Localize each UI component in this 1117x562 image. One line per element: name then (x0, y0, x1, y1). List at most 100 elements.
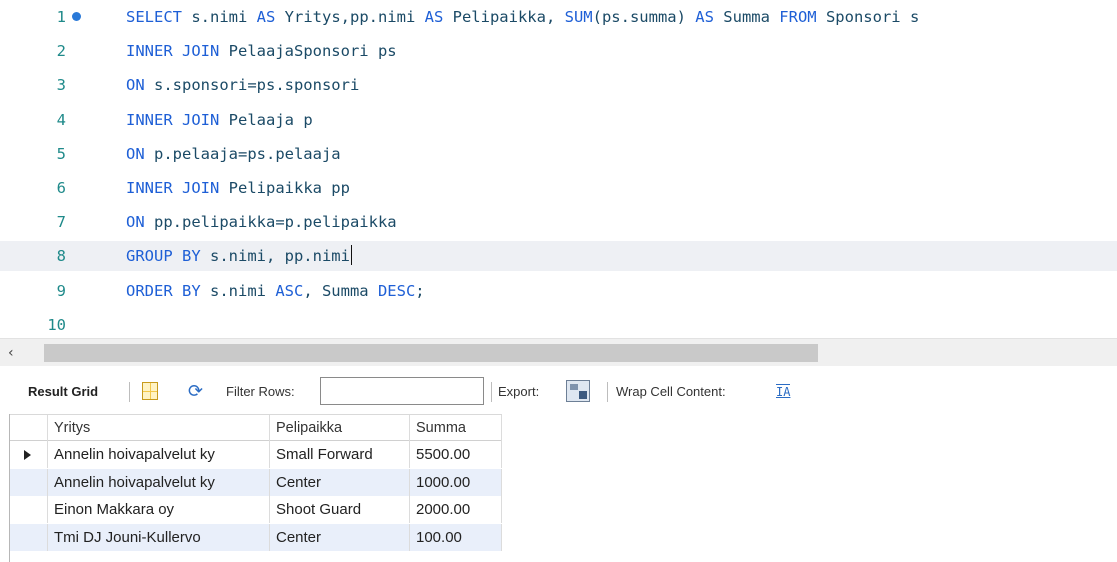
refresh-icon: ⟳ (188, 380, 204, 402)
code-line[interactable]: 1 SELECT s.nimi AS Yritys,pp.nimi AS Peli… (0, 2, 1117, 32)
sql-keyword: INNER JOIN (126, 179, 220, 197)
result-grid-label: Result Grid (28, 383, 99, 399)
sql-keyword: AS (695, 8, 714, 26)
filter-rows-label: Filter Rows: (226, 383, 295, 399)
horizontal-scrollbar[interactable]: ‹ (0, 338, 1117, 366)
sql-identifier: Pelipaikka, (443, 8, 565, 26)
column-header-pelipaikka[interactable]: Pelipaikka (270, 415, 410, 442)
sql-identifier: ; (415, 281, 425, 300)
grid-view-button[interactable] (142, 370, 158, 412)
table-cell[interactable]: 1000.00 (410, 468, 502, 496)
line-number: 8 (56, 247, 66, 266)
sql-identifier: , Summa (303, 281, 378, 300)
code-line[interactable]: 10 (0, 310, 1117, 338)
table-cell[interactable]: 5500.00 (410, 441, 502, 468)
table-cell[interactable]: Einon Makkara oy (48, 496, 270, 523)
statement-marker-icon (72, 12, 81, 21)
sql-keyword: AS (424, 8, 444, 26)
table-row[interactable]: Tmi DJ Jouni-Kullervo Center 100.00 (10, 523, 502, 551)
row-selector[interactable] (10, 496, 48, 523)
sql-identifier: s.sponsori=ps.sponsori (144, 76, 360, 95)
code-text: ON pp.pelipaikka=p.pelipaikka (126, 207, 397, 237)
sql-identifier: Sponsori s (816, 8, 920, 26)
refresh-button[interactable]: ⟳ (188, 370, 203, 412)
row-selector[interactable] (10, 523, 48, 551)
line-number: 4 (56, 110, 66, 129)
current-row-arrow-icon (24, 450, 31, 460)
sql-keyword: DESC (377, 281, 416, 300)
row-selector[interactable] (10, 441, 48, 468)
sql-keyword: AS (256, 8, 276, 26)
table-row[interactable]: Annelin hoivapalvelut ky Small Forward 550… (10, 441, 502, 468)
table-cell[interactable]: Center (270, 468, 410, 496)
sql-identifier: s.nimi (200, 281, 276, 300)
table-cell[interactable]: 100.00 (410, 523, 502, 551)
wrap-text-icon: IA (776, 383, 791, 399)
sql-identifier: Pelaaja p (219, 110, 313, 129)
code-line[interactable]: 6 INNER JOIN Pelipaikka pp (0, 173, 1117, 203)
sql-keyword: ASC (275, 281, 304, 300)
table-row[interactable]: Annelin hoivapalvelut ky Center 1000.00 (10, 468, 502, 496)
row-selector-header[interactable] (10, 415, 48, 442)
text-caret (350, 245, 353, 266)
code-text: INNER JOIN PelaajaSponsori ps (126, 36, 397, 66)
code-line[interactable]: 7 ON pp.pelipaikka=p.pelipaikka (0, 207, 1117, 237)
sql-identifier: pp.pelipaikka=p.pelipaikka (144, 213, 397, 232)
sql-editor[interactable]: 1 SELECT s.nimi AS Yritys,pp.nimi AS Peli… (0, 0, 1117, 338)
scrollbar-thumb[interactable] (44, 344, 818, 362)
result-grid-tab[interactable]: Result Grid (28, 370, 98, 412)
sql-identifier: Yritys,pp.nimi (275, 8, 425, 26)
grid-icon (142, 382, 158, 400)
code-line[interactable]: 9 ORDER BY s.nimi ASC, Summa DESC; (0, 276, 1117, 306)
table-row[interactable]: Einon Makkara oy Shoot Guard 2000.00 (10, 496, 502, 523)
sql-keyword: ON (126, 144, 145, 163)
line-number: 6 (56, 179, 66, 197)
column-header-yritys[interactable]: Yritys (48, 415, 270, 442)
sql-identifier: Pelipaikka pp (219, 179, 350, 197)
export-button[interactable] (566, 370, 590, 412)
table-cell[interactable]: Small Forward (270, 441, 410, 468)
row-selector[interactable] (10, 468, 48, 496)
table-cell[interactable]: Annelin hoivapalvelut ky (48, 441, 270, 468)
code-line[interactable]: 2 INNER JOIN PelaajaSponsori ps (0, 36, 1117, 66)
filter-rows-input[interactable] (320, 377, 484, 405)
line-number: 1 (56, 8, 66, 26)
code-line[interactable]: 8 GROUP BY s.nimi, pp.nimi (0, 241, 1117, 272)
sql-keyword: SUM (564, 8, 593, 26)
sql-identifier: s.nimi (182, 8, 257, 26)
table-cell[interactable]: Tmi DJ Jouni-Kullervo (48, 523, 270, 551)
toolbar-divider (491, 382, 492, 402)
code-text: INNER JOIN Pelaaja p (126, 105, 313, 135)
table-cell[interactable]: 2000.00 (410, 496, 502, 523)
code-text: GROUP BY s.nimi, pp.nimi (126, 241, 353, 271)
code-text: SELECT s.nimi AS Yritys,pp.nimi AS Pelip… (126, 2, 919, 32)
column-header-summa[interactable]: Summa (410, 415, 502, 442)
sql-identifier: PelaajaSponsori ps (219, 42, 397, 61)
grid-header-row: Yritys Pelipaikka Summa (10, 414, 502, 442)
sql-identifier: p.pelaaja=ps.pelaaja (144, 144, 341, 163)
toolbar-divider (129, 382, 130, 402)
code-text: ON p.pelaaja=ps.pelaaja (126, 139, 341, 169)
result-toolbar: Result Grid ⟳ Filter Rows: Export: Wrap … (0, 370, 1117, 412)
result-grid[interactable]: Yritys Pelipaikka Summa Annelin hoivapal… (9, 414, 502, 562)
scroll-left-arrow-icon[interactable]: ‹ (8, 343, 26, 363)
code-line[interactable]: 3 ON s.sponsori=ps.sponsori (0, 70, 1117, 100)
line-number: 2 (56, 42, 66, 61)
line-number: 7 (56, 213, 66, 232)
code-line[interactable]: 5 ON p.pelaaja=ps.pelaaja (0, 139, 1117, 169)
table-cell[interactable]: Center (270, 523, 410, 551)
code-text: ORDER BY s.nimi ASC, Summa DESC; (126, 276, 425, 306)
sql-keyword: ON (126, 76, 145, 95)
wrap-cell-content-button[interactable]: IA (776, 370, 791, 412)
code-line[interactable]: 4 INNER JOIN Pelaaja p (0, 105, 1117, 135)
sql-identifier: s.nimi, pp.nimi (200, 247, 350, 266)
code-text: INNER JOIN Pelipaikka pp (126, 173, 350, 203)
sql-keyword: FROM (779, 8, 817, 26)
export-icon (566, 380, 590, 402)
table-cell[interactable]: Shoot Guard (270, 496, 410, 523)
table-cell[interactable]: Annelin hoivapalvelut ky (48, 468, 270, 496)
sql-keyword: SELECT (126, 8, 182, 26)
sql-keyword: INNER JOIN (126, 42, 220, 61)
line-number: 3 (56, 76, 66, 95)
line-number: 10 (47, 315, 66, 334)
